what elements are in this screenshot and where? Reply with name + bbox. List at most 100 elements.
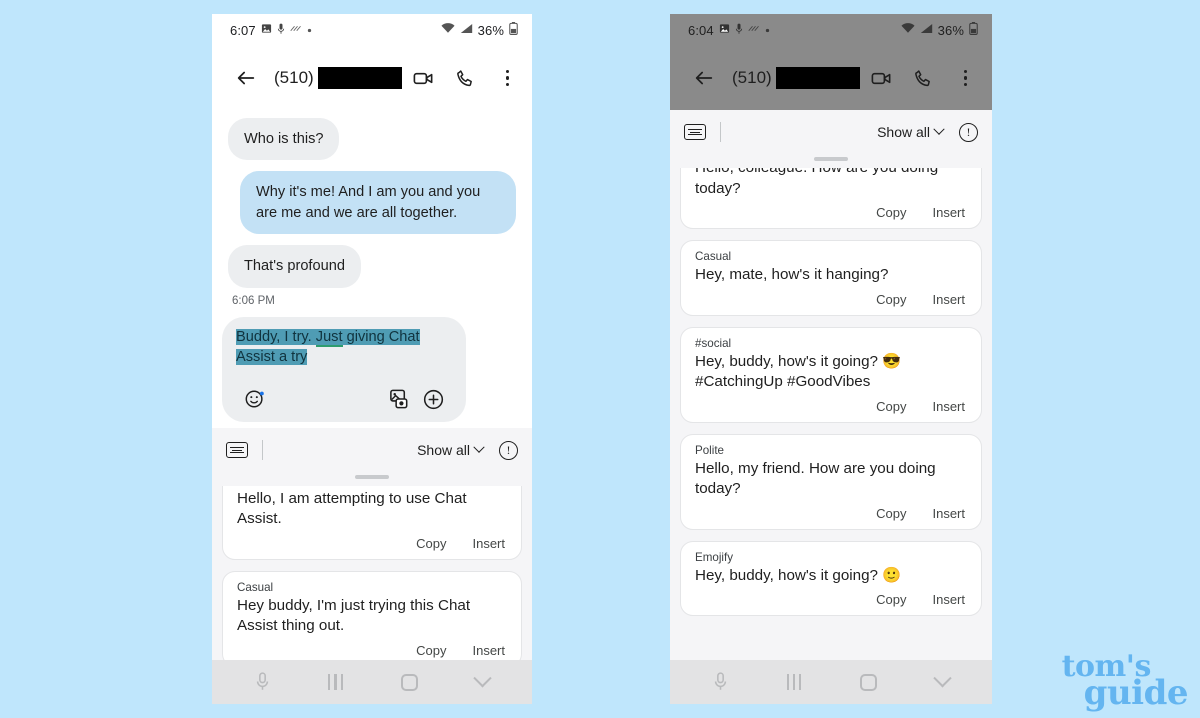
dimmed-header-region: 6:04 36% (510) [670,14,992,110]
contact-name[interactable]: (510) [268,67,402,89]
chat-assist-panel: Show all ! Professional Hello, I am atte… [212,428,532,660]
dot-icon [307,25,312,36]
gallery-icon[interactable] [382,382,416,416]
insert-button[interactable]: Insert [932,506,965,521]
card-suggestion-text: Hey, buddy, how's it going? 🙂 [695,566,902,584]
copy-button[interactable]: Copy [876,399,906,414]
emoji-icon[interactable] [238,382,272,416]
divider [262,440,263,461]
left-status-bar: 6:07 36% [212,14,532,46]
vibrate-icon [290,24,302,36]
card-tone-label: Professional [237,486,507,487]
toms-guide-logo: tom's guide [1062,652,1189,711]
right-status-bar: 6:04 36% [670,14,992,46]
insert-button[interactable]: Insert [932,292,965,307]
chevron-down-icon[interactable] [473,668,492,689]
copy-button[interactable]: Copy [876,506,906,521]
drag-handle[interactable] [355,475,389,479]
recents-icon[interactable] [328,674,343,690]
more-vertical-icon[interactable] [488,58,528,98]
assist-toolbar: Show all ! [670,110,992,154]
copy-button[interactable]: Copy [416,536,446,551]
card-actions: Copy Insert [695,395,967,416]
chevron-down-icon[interactable] [932,668,952,689]
suggestion-card[interactable]: Polite Hello, my friend. How are you doi… [680,433,982,530]
left-nav-bar [212,660,532,704]
compose-box: Buddy, I try. Just giving Chat Assist a … [222,316,466,423]
card-actions: Copy Insert [237,532,507,553]
copy-button[interactable]: Copy [876,592,906,607]
insert-button[interactable]: Insert [932,205,965,220]
copy-button[interactable]: Copy [876,292,906,307]
microphone-icon[interactable] [713,672,728,692]
battery-icon [969,22,978,38]
info-circle-icon[interactable]: ! [959,122,978,142]
right-nav-bar [670,660,992,704]
status-right-group: 36% [901,22,978,38]
chevron-down-icon [933,123,945,135]
card-tone-label: Emojify [695,550,734,564]
right-conversation-header: (510) [670,46,992,110]
show-all-button[interactable]: Show all [877,123,945,140]
video-camera-icon[interactable] [862,58,902,98]
microphone-icon [277,23,285,38]
suggestion-card[interactable]: Casual Hey, mate, how's it hanging? Copy… [680,240,982,316]
back-arrow-icon[interactable] [226,58,266,98]
suggestion-card[interactable]: Hello, colleague. How are you doing toda… [680,168,982,230]
insert-button[interactable]: Insert [932,399,965,414]
suggestion-card[interactable]: Emojify Hey, buddy, how's it going? 🙂 Co… [680,540,982,617]
contact-area-code: (510) [274,68,314,87]
drag-handle[interactable] [814,157,848,161]
video-camera-icon[interactable] [404,58,444,98]
suggestion-card[interactable]: #social Hey, buddy, how's it going? 😎 #C… [680,326,982,423]
more-vertical-icon[interactable] [946,58,986,98]
copy-button[interactable]: Copy [416,643,446,658]
card-suggestion-text: Hey, buddy, how's it going? 😎 #CatchingU… [695,352,902,391]
keyboard-icon[interactable] [684,124,706,140]
message-timestamp: 6:06 PM [232,294,275,307]
signal-icon [920,23,933,37]
phone-icon[interactable] [446,58,486,98]
card-actions: Copy Insert [695,288,967,309]
message-bubble-incoming[interactable]: That's profound [228,245,361,288]
suggestion-card[interactable]: Professional Hello, I am attempting to u… [222,485,522,560]
contact-area-code: (510) [732,68,772,87]
message-input[interactable]: Buddy, I try. Just giving Chat Assist a … [222,317,466,376]
recents-icon[interactable] [786,674,802,690]
card-actions: Copy Insert [237,639,507,660]
suggestion-card-list[interactable]: Hello, colleague. How are you doing toda… [670,168,992,660]
show-all-button[interactable]: Show all [417,441,485,458]
card-actions: Copy Insert [695,588,967,609]
battery-percent: 36% [937,22,964,38]
status-time: 6:04 [688,22,714,38]
left-conversation-header: (510) [212,46,532,110]
microphone-icon [735,23,743,38]
message-row: That's profound [228,245,516,288]
message-bubble-outgoing[interactable]: Why it's me! And I am you and you are me… [240,171,516,235]
suggestion-card-list[interactable]: Professional Hello, I am attempting to u… [212,485,532,660]
image-icon [261,23,272,37]
card-tone-label: Polite [695,443,725,457]
microphone-icon[interactable] [255,672,270,692]
copy-button[interactable]: Copy [876,205,906,220]
chevron-down-icon [473,441,485,453]
message-row: Why it's me! And I am you and you are me… [228,171,516,235]
status-time: 6:07 [230,22,256,38]
phone-icon[interactable] [904,58,944,98]
redaction-block [775,67,860,89]
info-circle-icon[interactable]: ! [499,440,518,460]
contact-name[interactable]: (510) [726,67,860,89]
insert-button[interactable]: Insert [472,643,505,658]
image-icon [719,23,730,37]
plus-circle-icon[interactable] [416,382,450,416]
home-icon[interactable] [400,673,418,691]
suggestion-card[interactable]: Casual Hey buddy, I'm just trying this C… [222,570,522,660]
insert-button[interactable]: Insert [932,592,965,607]
insert-button[interactable]: Insert [472,536,505,551]
back-arrow-icon[interactable] [684,58,724,98]
message-bubble-incoming[interactable]: Who is this? [228,118,340,161]
home-icon[interactable] [860,673,878,691]
keyboard-icon[interactable] [226,442,248,459]
screenshot-canvas: 6:07 36% (510) Who is this? Why it's me!… [0,0,1200,718]
status-left-group: 6:07 [230,23,312,38]
